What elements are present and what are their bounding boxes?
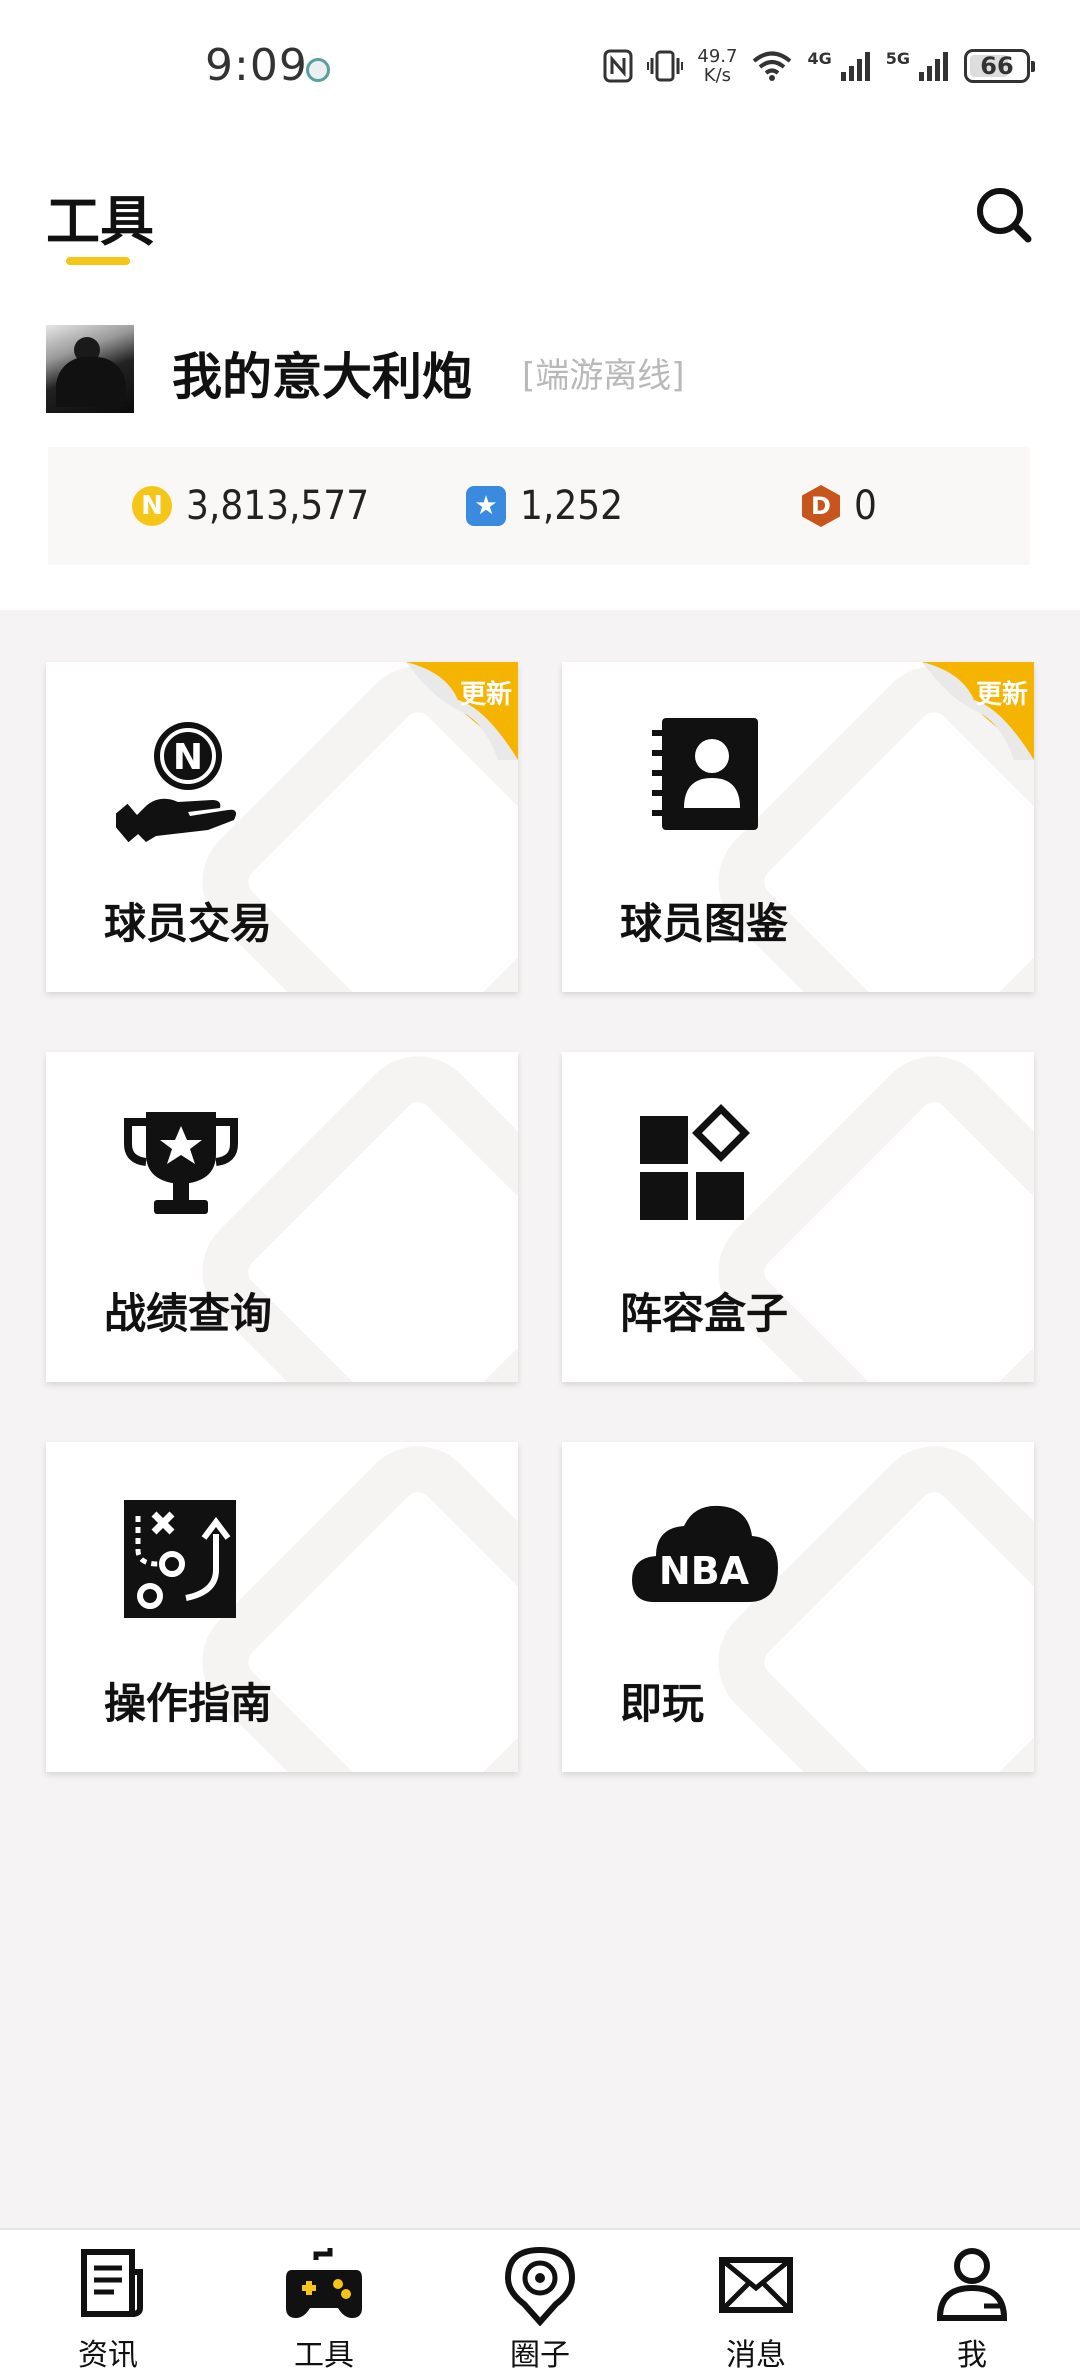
mail-icon — [719, 2257, 793, 2313]
nav-item-tools[interactable]: 工具 — [244, 2230, 404, 2376]
search-button[interactable] — [974, 185, 1034, 245]
currency-d[interactable]: D 0 — [802, 447, 877, 565]
battery-level: 66 — [980, 52, 1014, 80]
gamepad-icon — [286, 2248, 362, 2318]
currency-star-value: 1,252 — [520, 483, 623, 529]
hand-coin-icon: N — [116, 722, 236, 842]
nav-label-me: 我 — [957, 2338, 987, 2373]
update-ribbon-text: 更新 — [459, 680, 512, 710]
tool-card-label: 即玩 — [620, 1679, 705, 1728]
avatar[interactable] — [46, 325, 134, 413]
currency-star[interactable]: ★ 1,252 — [466, 447, 623, 565]
network-type-2: 5G — [885, 48, 910, 68]
tool-card-player-trade[interactable]: N 球员交易 更新 — [46, 662, 518, 992]
update-ribbon-text: 更新 — [975, 680, 1028, 710]
tool-card-lineup-box[interactable]: 阵容盒子 — [562, 1052, 1034, 1382]
contact-book-icon — [652, 718, 758, 830]
network-type-1: 4G — [807, 48, 832, 68]
nav-label-news: 资讯 — [78, 2338, 138, 2373]
battery-icon: 66 — [964, 49, 1035, 83]
nba-cloud-icon: NBA — [632, 1505, 778, 1602]
currency-bar: N 3,813,577 ★ 1,252 D 0 — [48, 447, 1030, 565]
tool-card-record-query[interactable]: 战绩查询 — [46, 1052, 518, 1382]
tool-card-label: 操作指南 — [104, 1679, 273, 1728]
wifi-icon — [751, 48, 793, 84]
currency-n-value: 3,813,577 — [186, 483, 370, 529]
tool-card-label: 战绩查询 — [104, 1289, 273, 1338]
d-badge-icon: D — [802, 485, 840, 527]
nav-item-circle[interactable]: 圈子 — [460, 2230, 620, 2376]
tool-card-instant-play[interactable]: NBA 即玩 — [562, 1442, 1034, 1772]
tool-card-label: 球员图鉴 — [620, 899, 789, 948]
nav-item-me[interactable]: 我 — [892, 2230, 1052, 2376]
network-speed-value: 49.7 — [697, 46, 738, 67]
nav-label-circle: 圈子 — [510, 2338, 570, 2373]
tool-card-label: 阵容盒子 — [620, 1289, 789, 1338]
star-badge-icon: ★ — [466, 486, 506, 526]
app-notification-icon — [306, 58, 330, 82]
currency-d-value: 0 — [854, 483, 877, 529]
search-icon — [977, 188, 1032, 243]
circle-map-icon — [504, 2246, 576, 2326]
user-status-tag: [端游离线] — [522, 356, 685, 396]
signal-icon-1 — [840, 48, 872, 84]
trophy-icon — [124, 1112, 238, 1214]
apps-grid-icon — [640, 1104, 750, 1220]
user-icon — [936, 2248, 1008, 2321]
tool-card-player-dex[interactable]: 球员图鉴 更新 — [562, 662, 1034, 992]
status-time: 9:09 — [205, 40, 308, 91]
title-underline — [66, 257, 130, 265]
nav-item-news[interactable]: 资讯 — [28, 2230, 188, 2376]
bottom-nav: 资讯 工具 圈子 消息 我 — [0, 2228, 1080, 2376]
nav-item-messages[interactable]: 消息 — [676, 2230, 836, 2376]
svg-text:N: N — [173, 737, 203, 778]
page-title: 工具 — [46, 190, 154, 253]
vibrate-icon — [647, 48, 684, 84]
news-icon — [81, 2249, 143, 2317]
header: 工具 我的意大利炮 [端游离线] N 3,813,577 ★ 1,252 D 0 — [0, 135, 1080, 610]
network-speed-unit: K/s — [703, 65, 732, 86]
tool-card-label: 球员交易 — [104, 899, 273, 948]
status-icons: 49.7 K/s 4G 5G 66 — [603, 46, 1035, 86]
n-coin-icon: N — [132, 486, 172, 526]
nfc-icon — [603, 48, 633, 84]
signal-icon-2 — [918, 48, 950, 84]
nav-label-messages: 消息 — [726, 2338, 786, 2373]
status-bar: 9:09 49.7 K/s 4G 5G 66 — [0, 0, 1080, 135]
svg-text:NBA: NBA — [659, 1549, 750, 1593]
username[interactable]: 我的意大利炮 — [172, 337, 472, 409]
tactics-board-icon — [124, 1500, 236, 1618]
currency-n[interactable]: N 3,813,577 — [132, 447, 369, 565]
nav-label-tools: 工具 — [294, 2338, 354, 2373]
tool-card-guide[interactable]: 操作指南 — [46, 1442, 518, 1772]
network-speed: 49.7 K/s — [697, 47, 737, 85]
